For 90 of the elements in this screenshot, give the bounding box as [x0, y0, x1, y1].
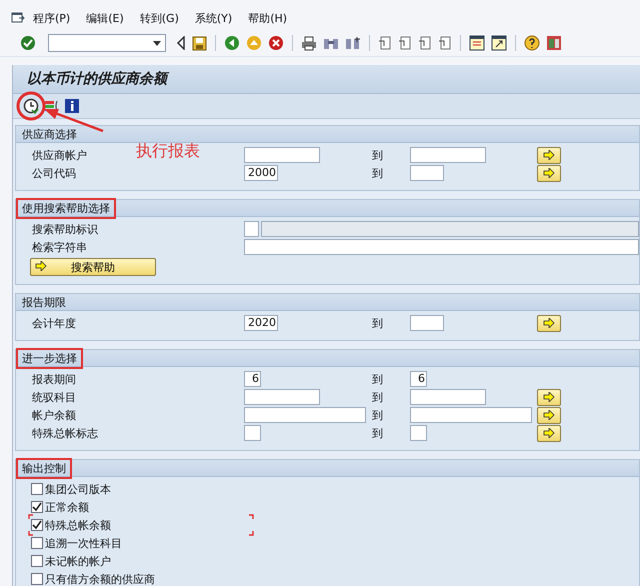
arrow-right-icon[interactable] [543, 392, 555, 402]
window-icon[interactable] [11, 12, 25, 24]
arrow-right-icon[interactable] [543, 150, 555, 160]
window-grid-icon[interactable] [469, 35, 485, 51]
input-field[interactable]: 2020 [244, 315, 278, 331]
execute-icon[interactable] [23, 98, 39, 114]
save-icon[interactable] [192, 36, 207, 50]
search-help-button[interactable]: 搜索帮助 [30, 258, 156, 276]
annotation-text: 执行报表 [136, 141, 200, 162]
section-title: 报告期限 [21, 294, 67, 310]
binoculars-plus-icon[interactable] [345, 36, 361, 50]
field-label: 搜索帮助标识 [32, 222, 98, 236]
field-label: 检索字符串 [32, 240, 87, 254]
arrow-right-icon[interactable] [543, 168, 555, 178]
input-field[interactable]: 6 [410, 371, 427, 387]
caret-icon[interactable] [153, 41, 161, 46]
field-label: 公司代码 [32, 166, 76, 180]
section-title: 供应商选择 [21, 126, 78, 142]
to-label: 到 [372, 316, 384, 330]
page-icon[interactable] [418, 36, 432, 50]
input-field[interactable] [410, 389, 486, 405]
input-field[interactable] [244, 389, 320, 405]
checkbox-label: 正常余额 [45, 500, 89, 514]
checkbox-label: 只有借方余额的供应商 [45, 572, 155, 586]
field-label: 统驭科目 [32, 390, 76, 404]
multiple-selection-button[interactable] [537, 314, 561, 332]
help-icon[interactable] [524, 35, 540, 51]
multiple-selection-button[interactable] [537, 424, 561, 442]
checkbox[interactable] [31, 483, 43, 495]
to-label: 到 [372, 408, 384, 422]
input-field[interactable] [410, 425, 427, 441]
menu-item[interactable]: 程序(P) [33, 10, 70, 26]
input-field[interactable] [410, 407, 532, 423]
checkbox[interactable] [31, 501, 43, 513]
checkbox-label: 追溯一次性科目 [45, 536, 122, 550]
section-title: 输出控制 [16, 458, 72, 478]
multiple-selection-button[interactable] [537, 406, 561, 424]
multiple-selection-button[interactable] [537, 164, 561, 182]
menu-item[interactable]: 转到(G) [140, 10, 179, 26]
page-icon[interactable] [378, 36, 392, 50]
input-field[interactable] [410, 165, 444, 181]
page-icon[interactable] [398, 36, 412, 50]
menu-item[interactable]: 编辑(E) [86, 10, 124, 26]
checkbox-label: 特殊总帐余额 [45, 518, 111, 532]
to-label: 到 [372, 426, 384, 440]
arrow-right-icon[interactable] [35, 261, 47, 271]
field-label: 帐户余额 [32, 408, 76, 422]
arrow-right-icon[interactable] [543, 428, 555, 438]
checkbox-label: 未记帐的帐户 [45, 554, 111, 568]
highlight-circle [16, 91, 46, 121]
input-field[interactable]: 6 [244, 371, 261, 387]
checkbox[interactable] [31, 519, 43, 531]
checkbox-label: 集团公司版本 [45, 482, 111, 496]
section-title: 使用搜索帮助选择 [16, 198, 116, 218]
field-label: 报表期间 [32, 372, 76, 386]
input-field[interactable]: 2000 [244, 165, 278, 181]
input-field[interactable] [244, 407, 366, 423]
section-title: 进一步选择 [16, 348, 83, 368]
multiple-selection-button[interactable] [537, 146, 561, 164]
to-label: 到 [372, 390, 384, 404]
cancel-icon[interactable] [268, 35, 284, 51]
arrow-right-icon[interactable] [543, 410, 555, 420]
checkmark-icon[interactable] [20, 35, 36, 51]
menu-item[interactable]: 系统(Y) [194, 10, 232, 26]
to-label: 到 [372, 372, 384, 386]
screen-title: 以本币计的供应商余额 [27, 70, 167, 88]
field-label: 供应商帐户 [32, 148, 87, 162]
checkbox[interactable] [31, 537, 43, 549]
input-field[interactable] [244, 221, 259, 237]
print-icon[interactable] [301, 36, 317, 50]
field-label: 会计年度 [32, 316, 76, 330]
arrow-right-icon[interactable] [543, 318, 555, 328]
input-field[interactable] [410, 315, 444, 331]
back-icon[interactable] [224, 35, 240, 51]
triangle-left-icon[interactable] [176, 36, 186, 50]
layout-icon[interactable] [546, 35, 562, 51]
field-label: 特殊总帐标志 [32, 426, 98, 440]
input-field[interactable] [244, 425, 261, 441]
input-field[interactable] [244, 147, 320, 163]
input-field[interactable] [244, 239, 639, 255]
info-icon[interactable] [65, 99, 79, 113]
to-label: 到 [372, 148, 384, 162]
page-icon[interactable] [438, 36, 452, 50]
input-field[interactable] [410, 147, 486, 163]
checkbox[interactable] [31, 573, 43, 585]
checkbox[interactable] [31, 555, 43, 567]
multiple-selection-button[interactable] [537, 388, 561, 406]
command-field[interactable] [48, 34, 166, 52]
to-label: 到 [372, 166, 384, 180]
menu-item[interactable]: 帮助(H) [248, 10, 288, 26]
